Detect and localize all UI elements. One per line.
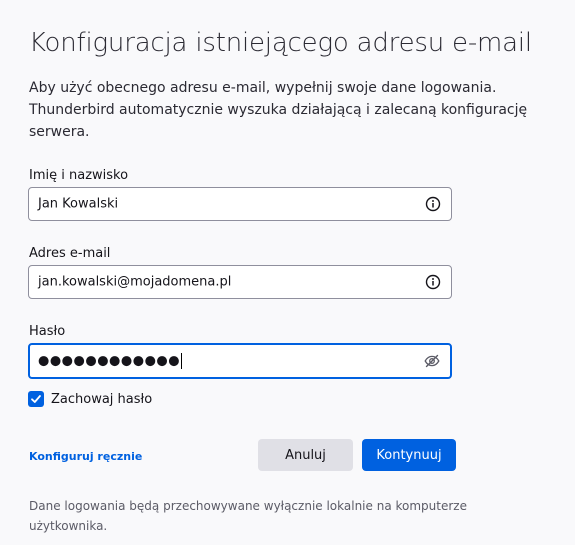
- name-label: Imię i nazwisko: [29, 168, 129, 183]
- continue-button[interactable]: Kontynuuj: [362, 439, 456, 471]
- cancel-button[interactable]: Anuluj: [258, 439, 353, 471]
- remember-password-checkbox[interactable]: [28, 391, 44, 407]
- name-field[interactable]: Jan Kowalski: [28, 187, 452, 221]
- password-field[interactable]: ●●●●●●●●●●●●: [28, 343, 452, 379]
- password-value: ●●●●●●●●●●●●: [38, 353, 183, 369]
- email-label: Adres e-mail: [29, 246, 111, 261]
- email-field[interactable]: jan.kowalski@mojadomena.pl: [28, 265, 452, 299]
- password-label: Hasło: [29, 324, 66, 339]
- info-icon[interactable]: [425, 196, 441, 212]
- description-line-2: Thunderbird automatycznie wyszuka działa…: [29, 102, 528, 140]
- description-line-1: Aby użyć obecnego adresu e-mail, wypełni…: [29, 80, 497, 96]
- checkmark-icon: [31, 395, 41, 403]
- name-value: Jan Kowalski: [38, 196, 119, 212]
- info-icon[interactable]: [425, 274, 441, 290]
- remember-password-row[interactable]: Zachowaj hasło: [28, 390, 152, 408]
- email-value: jan.kowalski@mojadomena.pl: [38, 274, 232, 290]
- page-title: Konfiguracja istniejącego adresu e-mail: [29, 28, 532, 58]
- description: Aby użyć obecnego adresu e-mail, wypełni…: [29, 77, 564, 143]
- remember-password-label[interactable]: Zachowaj hasło: [51, 392, 152, 407]
- text-caret: [181, 353, 183, 369]
- privacy-note: Dane logowania będą przechowywane wyłącz…: [29, 499, 467, 533]
- configure-manually-link[interactable]: Konfiguruj ręcznie: [29, 450, 142, 463]
- eye-slash-icon[interactable]: [424, 353, 440, 369]
